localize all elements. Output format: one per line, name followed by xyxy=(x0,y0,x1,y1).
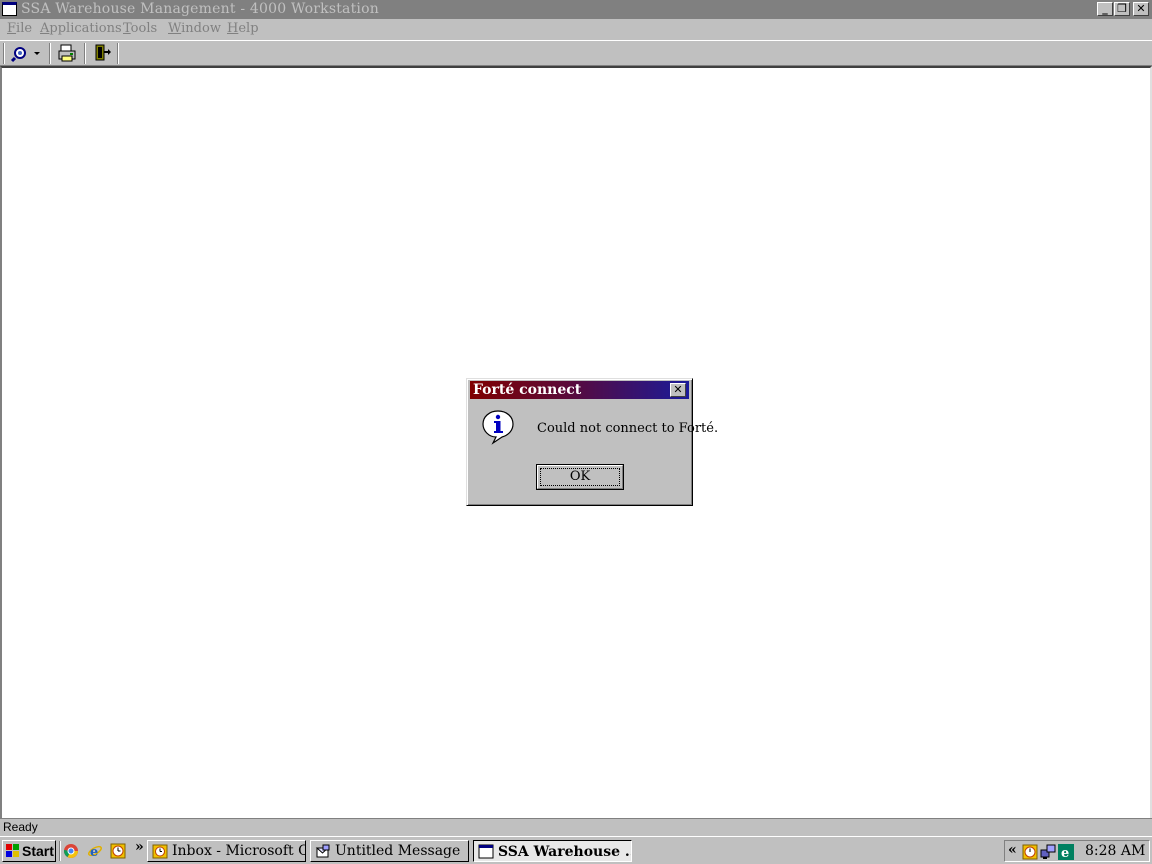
start-label: Start xyxy=(22,843,54,859)
close-button[interactable]: ✕ xyxy=(1133,2,1149,16)
internet-explorer-icon[interactable]: e xyxy=(87,843,103,859)
quick-launch-overflow[interactable]: » xyxy=(135,839,144,855)
exit-button[interactable] xyxy=(90,42,114,65)
tray-expand-chevron[interactable]: « xyxy=(1008,842,1017,858)
task-untitled-message[interactable]: Untitled Message xyxy=(310,840,469,862)
message-icon xyxy=(315,844,330,858)
dialog-close-button[interactable]: ✕ xyxy=(670,383,686,397)
menu-help[interactable]: Help xyxy=(227,21,259,36)
info-icon xyxy=(482,410,514,445)
menu-window[interactable]: Window xyxy=(168,21,221,36)
toolbar-separator xyxy=(117,43,119,64)
ok-button-label: OK xyxy=(569,469,591,484)
task-label: SSA Warehouse ... xyxy=(498,844,632,860)
taskbar: Start e » Inbox - Microsoft O... Untit xyxy=(0,836,1152,864)
restore-button[interactable]: ❐ xyxy=(1114,2,1130,16)
menu-applications[interactable]: Applications xyxy=(40,21,122,36)
search-dropdown-button[interactable] xyxy=(10,42,46,65)
toolbar-separator xyxy=(49,43,51,64)
ok-button[interactable]: OK xyxy=(536,464,624,490)
window-icon xyxy=(478,844,494,859)
system-tray: « e 8:28 AM xyxy=(1004,840,1150,862)
chrome-icon[interactable] xyxy=(63,843,79,859)
outlook-icon xyxy=(152,844,168,859)
menu-tools[interactable]: Tools xyxy=(123,21,157,36)
dialog-message: Could not connect to Forté. xyxy=(537,421,719,436)
svg-text:e: e xyxy=(1061,846,1069,860)
status-text: Ready xyxy=(3,820,38,834)
tray-clock[interactable]: 8:28 AM xyxy=(1085,843,1145,859)
dialog-title-bar[interactable]: Forté connect ✕ xyxy=(470,381,689,399)
window-title: SSA Warehouse Management - 4000 Workstat… xyxy=(21,1,379,17)
search-dropdown-icon xyxy=(10,47,40,63)
task-label: Inbox - Microsoft O... xyxy=(172,843,305,859)
task-inbox[interactable]: Inbox - Microsoft O... xyxy=(147,840,306,862)
task-ssa-warehouse[interactable]: SSA Warehouse ... xyxy=(473,840,632,862)
app-window-icon[interactable] xyxy=(2,2,17,16)
print-button[interactable] xyxy=(55,42,79,65)
menu-bar: File Applications Tools Window Help xyxy=(0,19,1152,39)
toolbar-separator xyxy=(84,43,86,64)
menu-file[interactable]: File xyxy=(7,21,32,36)
exit-door-icon xyxy=(95,44,111,61)
toolbar xyxy=(0,40,1152,66)
title-bar: SSA Warehouse Management - 4000 Workstat… xyxy=(0,0,1152,19)
minimize-button[interactable]: _ xyxy=(1097,2,1113,16)
forte-connect-dialog: Forté connect ✕ Could not connect to For… xyxy=(466,378,718,506)
status-bar: Ready xyxy=(0,818,1152,836)
printer-icon xyxy=(58,44,76,62)
dialog-title: Forté connect xyxy=(473,382,582,398)
taskbar-separator xyxy=(59,841,61,861)
tray-clock-icon[interactable] xyxy=(1022,844,1038,860)
task-label: Untitled Message xyxy=(335,843,461,859)
toolbar-grip xyxy=(3,43,5,64)
network-icon[interactable] xyxy=(1040,844,1056,860)
start-button[interactable]: Start xyxy=(2,840,56,862)
ie-tray-icon[interactable]: e xyxy=(1058,844,1074,860)
clock-icon[interactable] xyxy=(110,843,126,859)
windows-logo-icon xyxy=(6,844,19,857)
svg-text:e: e xyxy=(90,845,98,859)
